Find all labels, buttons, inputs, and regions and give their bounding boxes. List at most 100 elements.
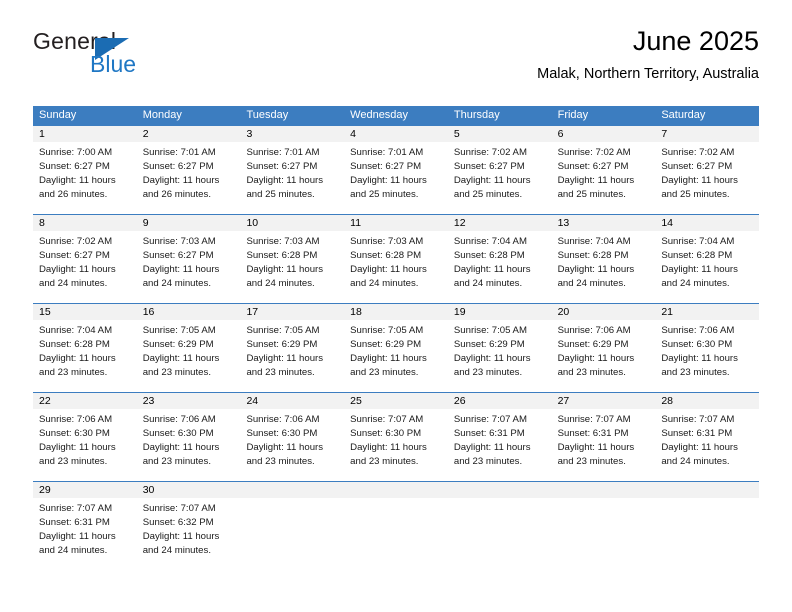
- sunrise-text: Sunrise: 7:04 AM: [557, 236, 631, 247]
- day-number[interactable]: 14: [655, 215, 759, 231]
- day-number[interactable]: 5: [448, 126, 552, 142]
- daylight-text-line1: Daylight: 11 hours: [557, 264, 635, 275]
- daylight-text-line1: Daylight: 11 hours: [661, 442, 738, 453]
- day-number[interactable]: 1: [33, 126, 137, 142]
- daylight-text-line1: Daylight: 11 hours: [246, 442, 324, 453]
- day-number[interactable]: 20: [552, 304, 656, 320]
- sunrise-text: Sunrise: 7:07 AM: [661, 414, 735, 425]
- daylight-text-line1: Daylight: 11 hours: [246, 175, 324, 186]
- day-number[interactable]: 12: [448, 215, 552, 231]
- day-cell[interactable]: Sunrise: 7:07 AM Sunset: 6:31 PM Dayligh…: [552, 409, 656, 481]
- sunset-text: Sunset: 6:28 PM: [661, 250, 733, 261]
- day-number[interactable]: 21: [655, 304, 759, 320]
- calendar-table: Sunday Monday Tuesday Wednesday Thursday…: [33, 106, 759, 570]
- day-cell[interactable]: Sunrise: 7:07 AM Sunset: 6:30 PM Dayligh…: [344, 409, 448, 481]
- day-number[interactable]: 24: [240, 393, 344, 409]
- day-cell[interactable]: Sunrise: 7:07 AM Sunset: 6:31 PM Dayligh…: [448, 409, 552, 481]
- day-cell[interactable]: Sunrise: 7:02 AM Sunset: 6:27 PM Dayligh…: [448, 142, 552, 214]
- day-number[interactable]: 16: [137, 304, 241, 320]
- day-cell[interactable]: Sunrise: 7:04 AM Sunset: 6:28 PM Dayligh…: [552, 231, 656, 303]
- day-number[interactable]: 4: [344, 126, 448, 142]
- day-number[interactable]: 8: [33, 215, 137, 231]
- day-cell[interactable]: Sunrise: 7:02 AM Sunset: 6:27 PM Dayligh…: [552, 142, 656, 214]
- day-number[interactable]: 2: [137, 126, 241, 142]
- day-cell[interactable]: Sunrise: 7:06 AM Sunset: 6:29 PM Dayligh…: [552, 320, 656, 392]
- day-number-band: 29 30: [33, 482, 759, 498]
- daylight-text-line1: Daylight: 11 hours: [350, 353, 427, 364]
- day-cell[interactable]: Sunrise: 7:00 AM Sunset: 6:27 PM Dayligh…: [33, 142, 137, 214]
- day-cell[interactable]: Sunrise: 7:01 AM Sunset: 6:27 PM Dayligh…: [137, 142, 241, 214]
- daylight-text-line2: and 24 minutes.: [142, 545, 211, 556]
- day-number[interactable]: 11: [344, 215, 448, 231]
- daylight-text-line2: and 23 minutes.: [350, 367, 419, 378]
- daylight-text-line2: and 23 minutes.: [453, 456, 523, 467]
- daylight-text-line1: Daylight: 11 hours: [142, 264, 220, 275]
- day-number[interactable]: 7: [655, 126, 759, 142]
- day-number[interactable]: 15: [33, 304, 137, 320]
- weekday-header-monday: Monday: [142, 109, 182, 121]
- sunrise-text: Sunrise: 7:06 AM: [661, 325, 735, 336]
- day-number[interactable]: 28: [655, 393, 759, 409]
- day-cell[interactable]: Sunrise: 7:06 AM Sunset: 6:30 PM Dayligh…: [137, 409, 241, 481]
- day-cell[interactable]: Sunrise: 7:01 AM Sunset: 6:27 PM Dayligh…: [344, 142, 448, 214]
- day-number[interactable]: 17: [240, 304, 344, 320]
- day-number[interactable]: 3: [240, 126, 344, 142]
- sunrise-text: Sunrise: 7:02 AM: [39, 236, 113, 247]
- day-number-band: 22 23 24 25 26 27 28: [33, 393, 759, 409]
- day-number[interactable]: 29: [33, 482, 137, 498]
- daylight-text-line1: Daylight: 11 hours: [453, 175, 531, 186]
- day-cell[interactable]: Sunrise: 7:07 AM Sunset: 6:31 PM Dayligh…: [33, 498, 137, 570]
- day-number[interactable]: 9: [137, 215, 241, 231]
- sunset-text: Sunset: 6:31 PM: [661, 428, 733, 439]
- day-cell[interactable]: Sunrise: 7:04 AM Sunset: 6:28 PM Dayligh…: [448, 231, 552, 303]
- sunset-text: Sunset: 6:28 PM: [246, 250, 318, 261]
- day-cell[interactable]: Sunrise: 7:06 AM Sunset: 6:30 PM Dayligh…: [240, 409, 344, 481]
- day-cell[interactable]: Sunrise: 7:05 AM Sunset: 6:29 PM Dayligh…: [448, 320, 552, 392]
- sunset-text: Sunset: 6:27 PM: [350, 161, 422, 172]
- day-number[interactable]: 23: [137, 393, 241, 409]
- calendar-page: General Blue June 2025 Malak, Northern T…: [0, 0, 792, 612]
- daylight-text-line2: and 24 minutes.: [39, 278, 108, 289]
- day-cell[interactable]: Sunrise: 7:06 AM Sunset: 6:30 PM Dayligh…: [655, 320, 759, 392]
- sunrise-text: Sunrise: 7:06 AM: [39, 414, 113, 425]
- day-number[interactable]: 27: [552, 393, 656, 409]
- day-cell[interactable]: Sunrise: 7:06 AM Sunset: 6:30 PM Dayligh…: [33, 409, 137, 481]
- sunset-text: Sunset: 6:30 PM: [39, 428, 110, 439]
- day-number[interactable]: 13: [552, 215, 656, 231]
- day-cell[interactable]: Sunrise: 7:03 AM Sunset: 6:28 PM Dayligh…: [240, 231, 344, 303]
- day-number[interactable]: 25: [344, 393, 448, 409]
- day-cell[interactable]: Sunrise: 7:03 AM Sunset: 6:27 PM Dayligh…: [137, 231, 241, 303]
- day-cell[interactable]: Sunrise: 7:07 AM Sunset: 6:32 PM Dayligh…: [137, 498, 241, 570]
- day-cell[interactable]: Sunrise: 7:04 AM Sunset: 6:28 PM Dayligh…: [655, 231, 759, 303]
- calendar-week-row: 22 23 24 25 26 27 28 Sunrise: 7:06 AM Su…: [33, 392, 759, 481]
- day-number-band: 15 16 17 18 19 20 21: [33, 304, 759, 320]
- day-cell[interactable]: Sunrise: 7:01 AM Sunset: 6:27 PM Dayligh…: [240, 142, 344, 214]
- generalblue-logo[interactable]: General Blue: [33, 28, 233, 84]
- daylight-text-line1: Daylight: 11 hours: [350, 442, 427, 453]
- sunset-text: Sunset: 6:29 PM: [246, 339, 318, 350]
- daylight-text-line1: Daylight: 11 hours: [39, 264, 116, 275]
- day-number[interactable]: 30: [137, 482, 241, 498]
- day-number[interactable]: 19: [448, 304, 552, 320]
- day-cell[interactable]: Sunrise: 7:02 AM Sunset: 6:27 PM Dayligh…: [655, 142, 759, 214]
- sunrise-text: Sunrise: 7:04 AM: [661, 236, 735, 247]
- day-number[interactable]: 22: [33, 393, 137, 409]
- day-number[interactable]: 6: [552, 126, 656, 142]
- day-number[interactable]: 26: [448, 393, 552, 409]
- day-number[interactable]: 10: [240, 215, 344, 231]
- daylight-text-line1: Daylight: 11 hours: [557, 353, 635, 364]
- day-cell[interactable]: Sunrise: 7:02 AM Sunset: 6:27 PM Dayligh…: [33, 231, 137, 303]
- sunrise-text: Sunrise: 7:02 AM: [557, 147, 631, 158]
- day-cell[interactable]: Sunrise: 7:05 AM Sunset: 6:29 PM Dayligh…: [240, 320, 344, 392]
- day-cell[interactable]: Sunrise: 7:05 AM Sunset: 6:29 PM Dayligh…: [344, 320, 448, 392]
- day-cell[interactable]: Sunrise: 7:05 AM Sunset: 6:29 PM Dayligh…: [137, 320, 241, 392]
- day-number[interactable]: 18: [344, 304, 448, 320]
- day-cell[interactable]: Sunrise: 7:04 AM Sunset: 6:28 PM Dayligh…: [33, 320, 137, 392]
- sunset-text: Sunset: 6:29 PM: [142, 339, 214, 350]
- daylight-text-line2: and 23 minutes.: [557, 367, 626, 378]
- day-cell[interactable]: Sunrise: 7:07 AM Sunset: 6:31 PM Dayligh…: [655, 409, 759, 481]
- day-cell[interactable]: Sunrise: 7:03 AM Sunset: 6:28 PM Dayligh…: [344, 231, 448, 303]
- day-detail-row: Sunrise: 7:07 AM Sunset: 6:31 PM Dayligh…: [33, 498, 759, 570]
- sunrise-text: Sunrise: 7:07 AM: [142, 503, 216, 514]
- day-number-band: 1 2 3 4 5 6 7: [33, 126, 759, 142]
